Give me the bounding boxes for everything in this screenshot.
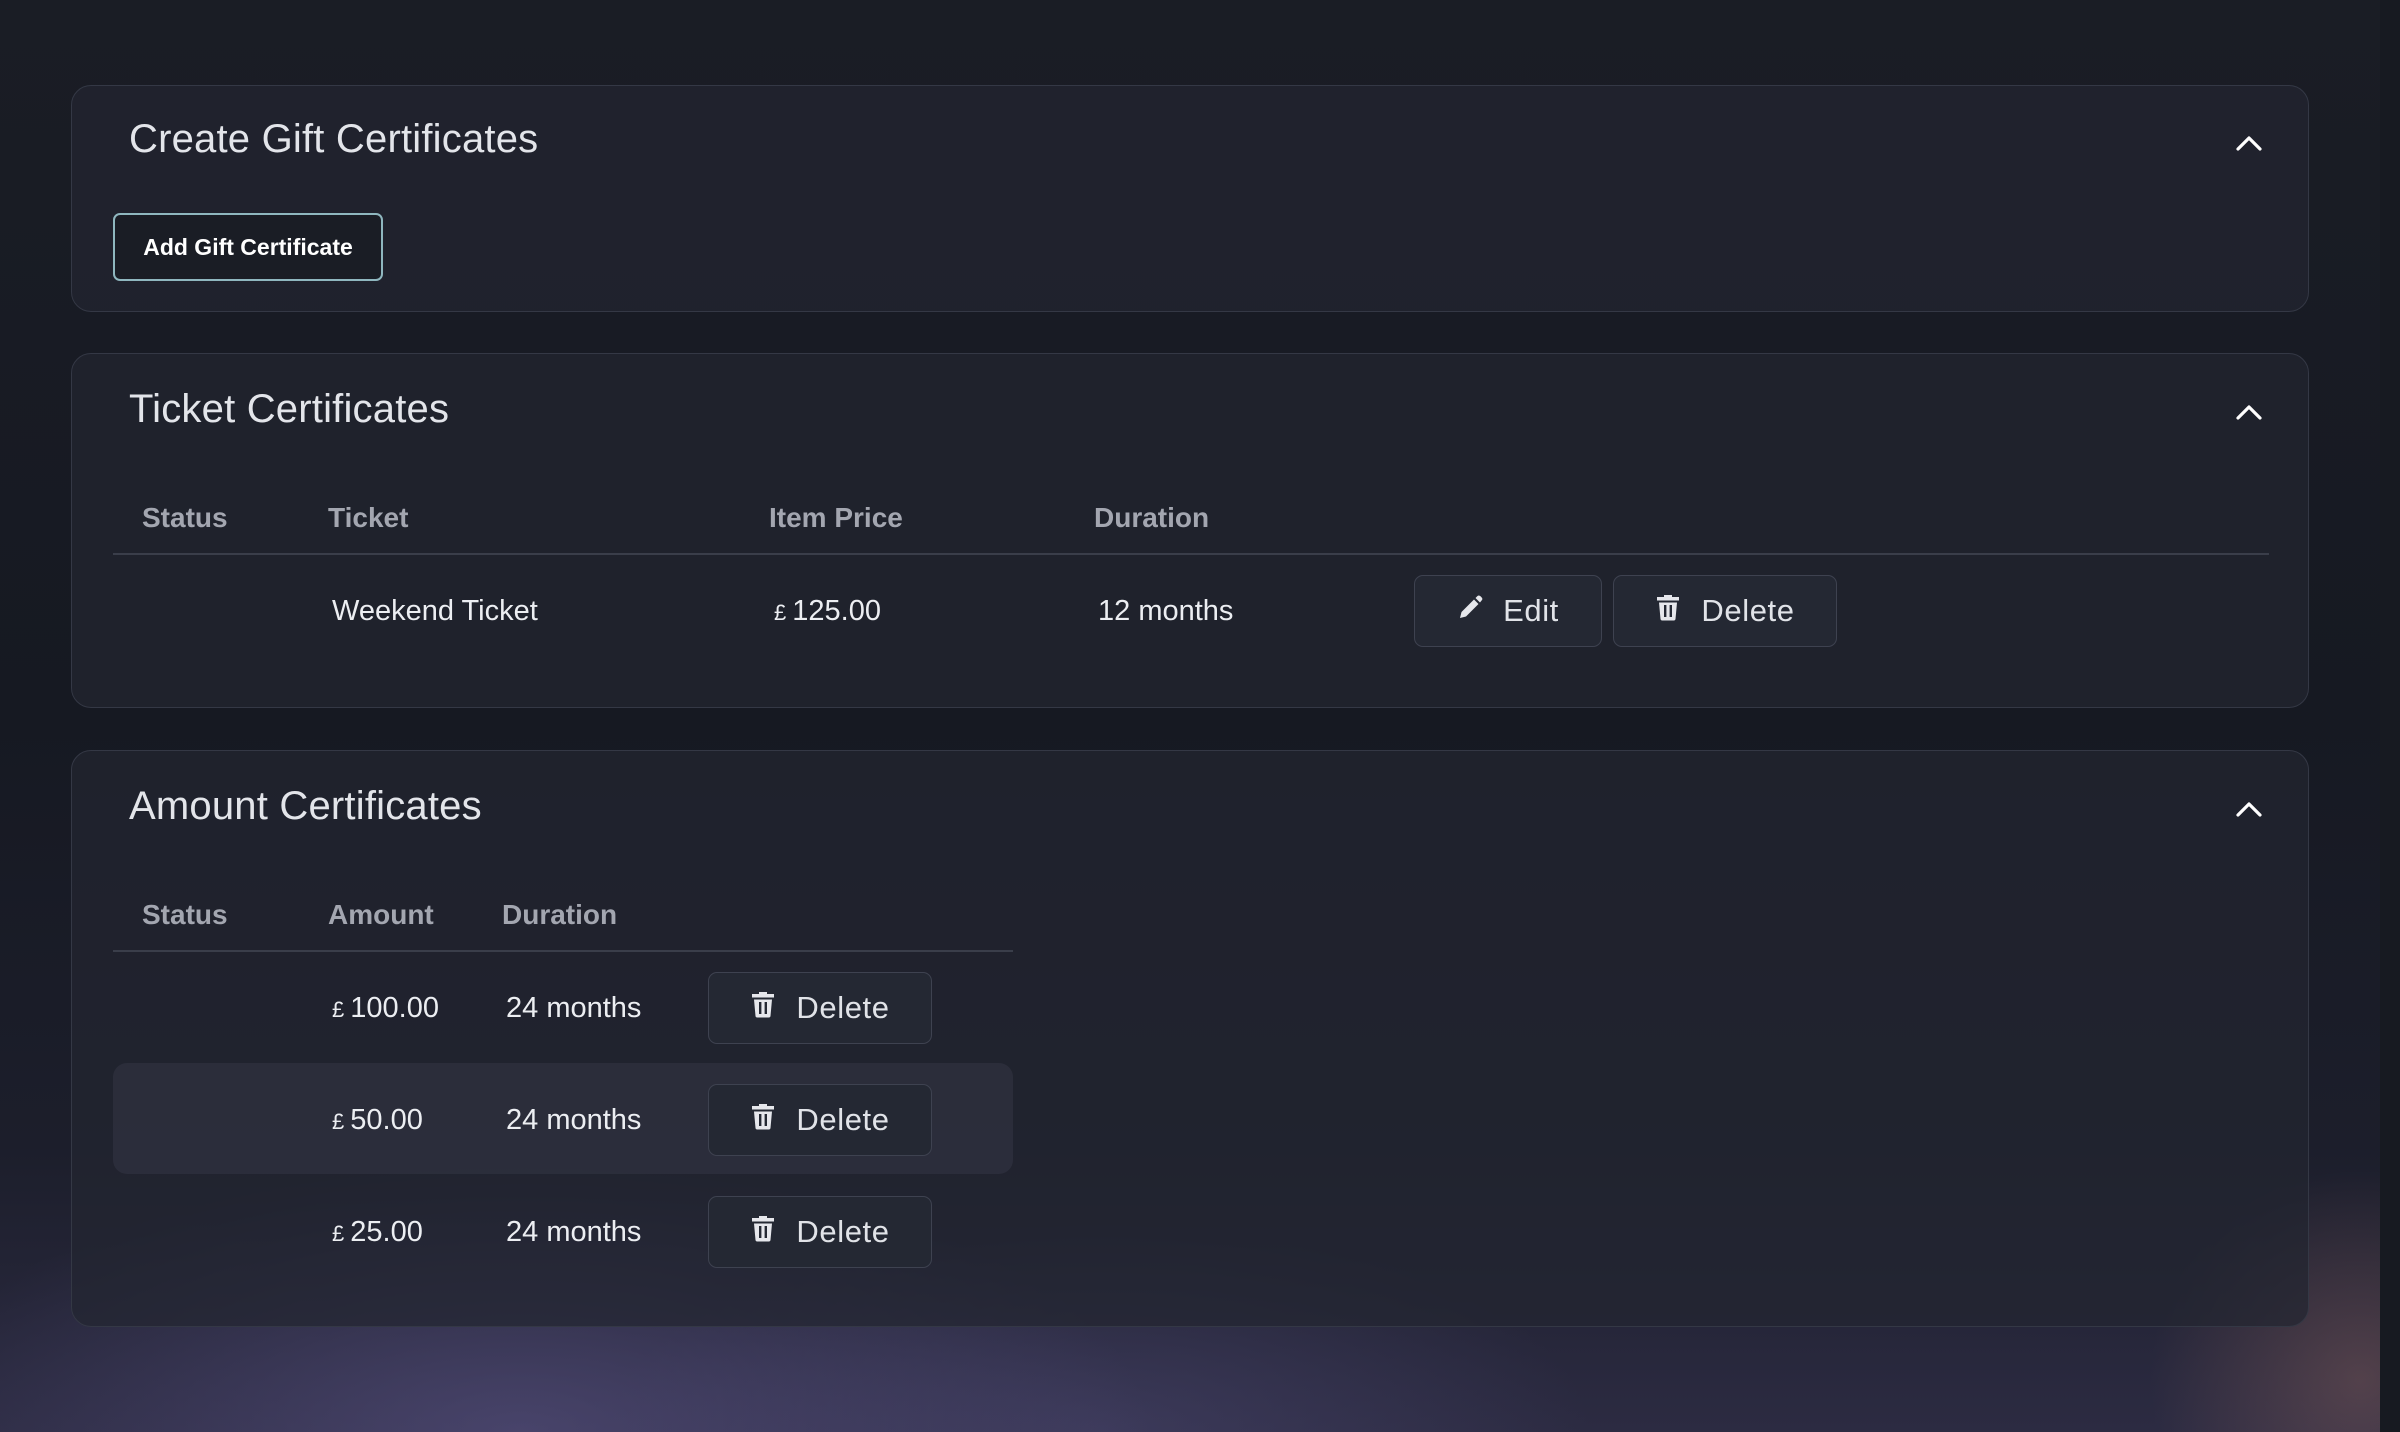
create-gift-certificates-panel: Create Gift Certificates Add Gift Certif…: [71, 85, 2309, 312]
ticket-name: Weekend Ticket: [332, 595, 538, 627]
edit-label: Edit: [1503, 593, 1559, 628]
trash-icon: [1655, 593, 1681, 629]
column-header-duration: Duration: [502, 899, 618, 930]
ticket-duration: 12 months: [1098, 595, 1234, 627]
delete-label: Delete: [796, 990, 890, 1025]
delete-button[interactable]: Delete: [708, 1084, 932, 1156]
column-header-item-price: Item Price: [769, 502, 903, 533]
currency-symbol: £: [332, 1109, 345, 1134]
column-header-amount: Amount: [328, 899, 434, 930]
delete-button[interactable]: Delete: [708, 972, 932, 1044]
chevron-up-icon[interactable]: [2234, 794, 2264, 824]
edit-button[interactable]: Edit: [1414, 575, 1602, 647]
add-gift-certificate-button[interactable]: Add Gift Certificate: [113, 213, 383, 281]
amount-duration: 24 months: [506, 992, 642, 1024]
delete-button[interactable]: Delete: [1613, 575, 1837, 647]
panel-title: Amount Certificates: [129, 784, 482, 828]
column-header-ticket: Ticket: [328, 502, 409, 533]
delete-label: Delete: [796, 1102, 890, 1137]
delete-button[interactable]: Delete: [708, 1196, 932, 1268]
panel-title: Ticket Certificates: [129, 387, 450, 431]
delete-label: Delete: [796, 1214, 890, 1249]
chevron-up-icon[interactable]: [2234, 397, 2264, 427]
panel-title: Create Gift Certificates: [129, 117, 539, 161]
column-header-duration: Duration: [1094, 502, 1210, 533]
vertical-scrollbar[interactable]: [2380, 0, 2400, 1432]
ticket-certificates-panel: Ticket Certificates Status Ticket Item P…: [71, 353, 2309, 708]
amount-value: £25.00: [332, 1216, 423, 1249]
trash-icon: [750, 1214, 776, 1250]
table-divider: [113, 950, 1013, 952]
amount-duration: 24 months: [506, 1216, 642, 1248]
trash-icon: [750, 990, 776, 1026]
amount-value: £100.00: [332, 992, 439, 1025]
price-value: 125.00: [792, 595, 881, 627]
column-header-status: Status: [142, 899, 228, 930]
pencil-icon: [1457, 593, 1483, 629]
amount-number: 25.00: [350, 1216, 423, 1248]
currency-symbol: £: [332, 1221, 345, 1246]
trash-icon: [750, 1102, 776, 1138]
amount-duration: 24 months: [506, 1104, 642, 1136]
amount-number: 50.00: [350, 1104, 423, 1136]
ticket-price: £125.00: [774, 595, 881, 628]
delete-label: Delete: [1701, 593, 1795, 628]
amount-certificates-panel: Amount Certificates Status Amount Durati…: [71, 750, 2309, 1327]
table-divider: [113, 553, 2269, 555]
amount-value: £50.00: [332, 1104, 423, 1137]
currency-symbol: £: [332, 997, 345, 1022]
column-header-status: Status: [142, 502, 228, 533]
chevron-up-icon[interactable]: [2234, 128, 2264, 158]
amount-number: 100.00: [350, 992, 439, 1024]
currency-symbol: £: [774, 600, 787, 625]
